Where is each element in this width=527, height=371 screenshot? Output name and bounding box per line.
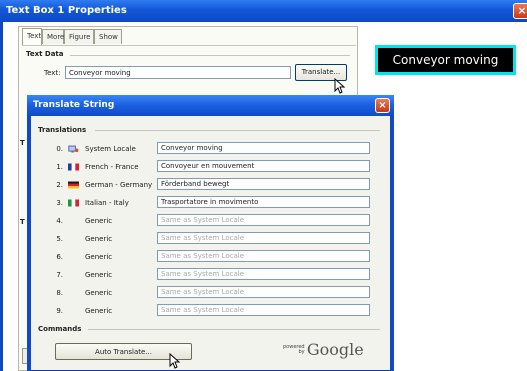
translation-input[interactable]: Convoyeur en mouvement: [157, 160, 370, 172]
row-language: Generic: [85, 253, 113, 261]
translations-section-title: Translations: [38, 126, 87, 134]
window-title: Text Box 1 Properties: [6, 5, 127, 16]
translations-divider: [95, 130, 380, 131]
tab-show[interactable]: Show: [94, 29, 122, 44]
translation-input[interactable]: Same as System Locale: [157, 304, 370, 316]
row-number: 2.: [56, 181, 63, 189]
mouse-cursor-icon: [334, 78, 346, 94]
row-number: 4.: [56, 217, 63, 225]
powered-by-label: powered by: [283, 343, 305, 355]
dialog-left-border: [27, 116, 31, 371]
row-language: Generic: [85, 307, 113, 315]
italy-flag-icon: [68, 199, 79, 207]
row-number: 0.: [56, 145, 63, 153]
google-wordmark: Google: [306, 340, 364, 359]
row-language: French - France: [85, 163, 139, 171]
translation-input[interactable]: Conveyor moving: [157, 142, 370, 154]
row-number: 8.: [56, 289, 63, 297]
text-data-section-title: Text Data: [26, 50, 64, 58]
commands-divider: [88, 329, 380, 330]
row-number: 3.: [56, 199, 63, 207]
translation-input[interactable]: Same as System Locale: [157, 232, 370, 244]
text-data-divider: [70, 55, 350, 56]
text-input[interactable]: Conveyor moving: [65, 66, 291, 79]
translation-input[interactable]: Förderband bewegt: [157, 178, 370, 190]
dialog-title: Translate String: [33, 100, 115, 110]
row-language: Generic: [85, 235, 113, 243]
row-language: Italian - Italy: [85, 199, 129, 207]
dialog-titlebar[interactable]: Translate String: [27, 95, 394, 116]
translation-input[interactable]: Same as System Locale: [157, 286, 370, 298]
tab-text[interactable]: Text: [22, 28, 42, 45]
translation-input[interactable]: Trasportatore in movimento: [157, 196, 370, 208]
powered-by-google-logo: powered by Google: [283, 340, 364, 360]
mouse-cursor-icon: [169, 353, 181, 369]
window-left-border: [0, 22, 3, 371]
row-number: 1.: [56, 163, 63, 171]
row-number: 5.: [56, 235, 63, 243]
dialog-right-border: [390, 116, 394, 371]
text-label: Text:: [44, 69, 61, 77]
side-letter: T: [20, 218, 25, 226]
row-language: Generic: [85, 217, 113, 225]
commands-section-title: Commands: [38, 325, 82, 333]
row-number: 6.: [56, 253, 63, 261]
row-number: 7.: [56, 271, 63, 279]
dialog-close-icon[interactable]: ×: [375, 98, 390, 113]
window-titlebar[interactable]: Text Box 1 Properties: [0, 0, 527, 22]
tab-figure[interactable]: Figure: [64, 29, 94, 44]
translation-input[interactable]: Same as System Locale: [157, 214, 370, 226]
translation-input[interactable]: Same as System Locale: [157, 268, 370, 280]
text-preview: Conveyor moving: [375, 45, 516, 75]
translation-input[interactable]: Same as System Locale: [157, 250, 370, 262]
row-language: German - Germany: [85, 181, 153, 189]
side-letter: T: [20, 139, 25, 147]
row-language: System Locale: [85, 145, 136, 153]
row-number: 9.: [56, 307, 63, 315]
window-close-icon[interactable]: ×: [513, 3, 527, 19]
france-flag-icon: [68, 163, 79, 171]
germany-flag-icon: [68, 181, 79, 189]
tab-underline: [22, 45, 356, 46]
row-language: Generic: [85, 271, 113, 279]
system-locale-flag-icon: [68, 145, 79, 153]
tab-more[interactable]: More: [42, 29, 64, 44]
row-language: Generic: [85, 289, 113, 297]
